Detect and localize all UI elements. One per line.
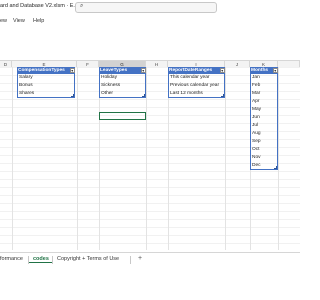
table-header-label: CompensationTypes (18, 68, 65, 73)
gridline (12, 67, 13, 250)
table-row[interactable]: Salary (17, 74, 75, 82)
table-header: LeaveTypes ▼ (99, 67, 146, 74)
table-row[interactable]: This calendar year (168, 74, 225, 82)
sheet-tab-copyright[interactable]: Copyright + Terms of Use (57, 256, 119, 262)
window-title: ard and Database V2.xlsm · E... (0, 3, 78, 9)
table-row[interactable]: Sep (250, 138, 278, 146)
dropdown-arrow-icon[interactable]: ▼ (272, 68, 278, 73)
months-table: Months ▼ Jan Feb Mar Apr May Jun Jul Aug… (250, 67, 278, 170)
table-header: ReportDateRanges ▼ (168, 67, 225, 74)
table-row[interactable]: Jun (250, 114, 278, 122)
table-header: Months ▼ (250, 67, 278, 74)
table-row[interactable]: Sickness (99, 82, 146, 90)
table-row[interactable]: May (250, 106, 278, 114)
table-header: CompensationTypes ▼ (17, 67, 75, 74)
sheet-tab-performance[interactable]: formance (0, 256, 23, 262)
menu-view-partial[interactable]: ew (0, 18, 7, 24)
gridline (77, 67, 78, 250)
table-row[interactable]: Feb (250, 82, 278, 90)
table-row[interactable]: Holiday (99, 74, 146, 82)
leave-types-table: LeaveTypes ▼ Holiday Sickness Other (99, 67, 146, 98)
compensation-types-table: CompensationTypes ▼ Salary Bonus Shares (17, 67, 75, 98)
menu-bar: ew View Help (0, 14, 300, 28)
report-date-ranges-table: ReportDateRanges ▼ This calendar year Pr… (168, 67, 225, 98)
dropdown-arrow-icon[interactable]: ▼ (69, 68, 75, 73)
menu-help[interactable]: Help (33, 18, 44, 24)
title-bar: ard and Database V2.xlsm · E... ⌕ (0, 0, 300, 14)
table-row[interactable]: Jul (250, 122, 278, 130)
search-icon: ⌕ (80, 3, 84, 9)
gridline (225, 67, 226, 250)
active-cell[interactable] (99, 112, 146, 120)
dropdown-arrow-icon[interactable]: ▼ (219, 68, 225, 73)
add-sheet-button[interactable]: + (138, 255, 142, 262)
table-row[interactable]: Bonus (17, 82, 75, 90)
window-bottom (0, 266, 300, 300)
table-row[interactable]: Oct (250, 146, 278, 154)
table-row[interactable]: Nov (250, 154, 278, 162)
gridline (146, 67, 147, 250)
tab-divider (130, 256, 131, 264)
table-row[interactable]: Other (99, 90, 146, 98)
sheet-tab-codes[interactable]: codes (29, 256, 53, 263)
table-row[interactable]: Jan (250, 74, 278, 82)
table-row[interactable]: Dec (250, 162, 278, 170)
table-header-label: LeaveTypes (100, 68, 128, 73)
menu-view[interactable]: View (13, 18, 25, 24)
table-row[interactable]: Shares (17, 90, 75, 98)
gridline (278, 67, 279, 250)
dropdown-arrow-icon[interactable]: ▼ (140, 68, 146, 73)
ribbon-area (0, 28, 300, 60)
table-header-label: ReportDateRanges (169, 68, 213, 73)
table-row[interactable]: Apr (250, 98, 278, 106)
search-box[interactable]: ⌕ (75, 2, 217, 13)
table-row[interactable]: Previous calendar year (168, 82, 225, 90)
sheet-tab-bar: formance codes Copyright + Terms of Use … (0, 252, 300, 267)
tab-divider (52, 256, 53, 264)
table-header-label: Months (251, 68, 269, 73)
table-row[interactable]: Last 12 months (168, 90, 225, 98)
table-row[interactable]: Aug (250, 130, 278, 138)
table-row[interactable]: Mar (250, 90, 278, 98)
